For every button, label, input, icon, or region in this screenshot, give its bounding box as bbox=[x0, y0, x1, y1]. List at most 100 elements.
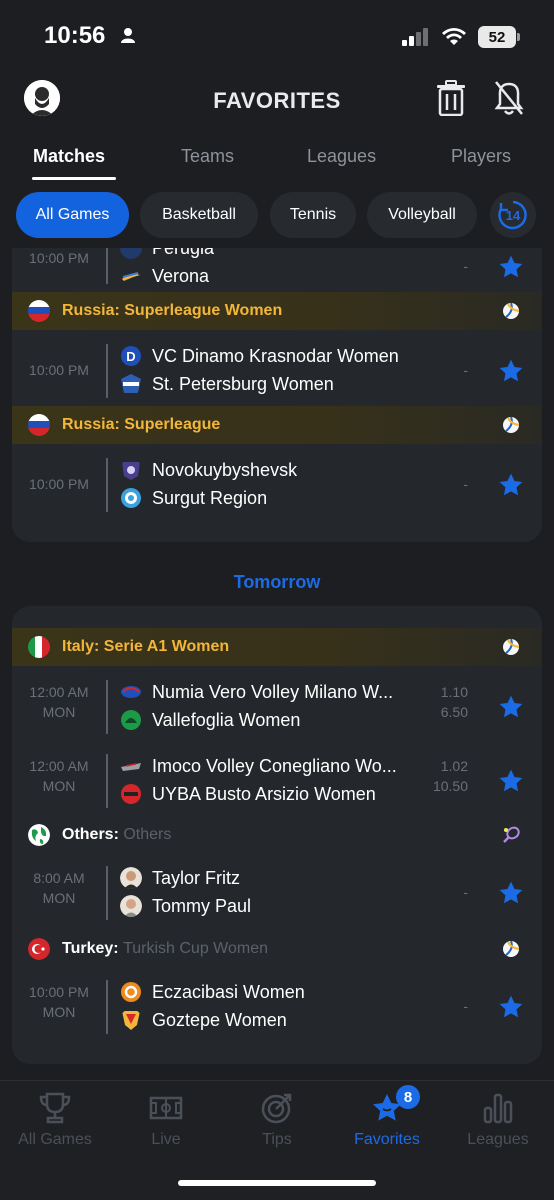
nav-all-games[interactable]: All Games bbox=[0, 1091, 110, 1149]
match-row[interactable]: 8:00 AM MON Taylor Fritz Tommy Paul - bbox=[12, 854, 542, 930]
tab-players[interactable]: Players bbox=[451, 146, 511, 167]
bell-off-icon[interactable] bbox=[494, 80, 524, 116]
team-logo bbox=[121, 374, 141, 393]
league-name: Russia: Superleague bbox=[62, 416, 221, 433]
team-name: Novokuybyshevsk bbox=[152, 459, 298, 480]
player-avatar bbox=[120, 895, 142, 917]
team-name: Numia Vero Volley Milano W... bbox=[152, 681, 394, 702]
nav-favorites[interactable]: 8 Favorites bbox=[332, 1085, 442, 1149]
team-row: D VC Dinamo Krasnodar Women bbox=[120, 342, 399, 370]
chip-all-games[interactable]: All Games bbox=[16, 192, 129, 238]
match-row[interactable]: 10:00 PM MON Eczacibasi Women Goztepe Wom… bbox=[12, 968, 542, 1044]
team-logo bbox=[120, 248, 142, 259]
league-header[interactable]: Russia: Superleague Women bbox=[12, 292, 542, 330]
team-name: Eczacibasi Women bbox=[152, 981, 305, 1002]
team-logo bbox=[121, 710, 141, 730]
team-row: Surgut Region bbox=[120, 484, 267, 512]
league-header[interactable]: Others: Others bbox=[12, 816, 542, 854]
tips-icon bbox=[261, 1093, 292, 1124]
team-row: Novokuybyshevsk bbox=[120, 456, 297, 484]
match-row[interactable]: 10:00 PM Perugia Verona - bbox=[12, 248, 542, 294]
nav-label: All Games bbox=[18, 1131, 92, 1148]
active-tab-indicator bbox=[32, 177, 116, 180]
team-row: Tommy Paul bbox=[120, 892, 251, 920]
chip-basketball[interactable]: Basketball bbox=[140, 192, 258, 238]
team-name: Perugia bbox=[152, 248, 214, 259]
league-name: Italy: Serie A1 Women bbox=[62, 638, 230, 655]
match-time: 8:00 AM MON bbox=[33, 870, 85, 906]
tab-matches[interactable]: Matches bbox=[33, 146, 105, 167]
team-name: Goztepe Women bbox=[152, 1009, 287, 1030]
trophy-icon bbox=[39, 1092, 71, 1124]
team-logo bbox=[121, 763, 141, 771]
favorites-count-badge: 8 bbox=[396, 1085, 420, 1109]
home-indicator bbox=[178, 1180, 376, 1186]
russia-flag-icon bbox=[28, 414, 50, 436]
nav-leagues[interactable]: Leagues bbox=[443, 1091, 553, 1149]
favorite-star-icon[interactable] bbox=[498, 358, 524, 384]
match-divider bbox=[106, 866, 108, 920]
matches-list[interactable]: 10:00 PM Perugia Verona - Russia: Superl… bbox=[0, 248, 554, 1080]
signal-icon bbox=[402, 28, 428, 46]
league-header[interactable]: Italy: Serie A1 Women bbox=[12, 628, 542, 666]
globe-icon bbox=[28, 824, 50, 846]
league-header[interactable]: Turkey: Turkish Cup Women bbox=[12, 930, 542, 968]
team-name: St. Petersburg Women bbox=[152, 373, 334, 394]
team-name: Vallefoglia Women bbox=[152, 709, 301, 730]
team-logo: D bbox=[121, 346, 141, 366]
trash-icon[interactable] bbox=[436, 80, 466, 116]
tab-leagues[interactable]: Leagues bbox=[307, 146, 376, 167]
nav-tips[interactable]: Tips bbox=[222, 1091, 332, 1149]
nav-live[interactable]: Live bbox=[111, 1091, 221, 1149]
tab-teams[interactable]: Teams bbox=[181, 146, 234, 167]
favorite-star-icon[interactable] bbox=[498, 694, 524, 720]
chip-volleyball[interactable]: Volleyball bbox=[367, 192, 477, 238]
team-row: St. Petersburg Women bbox=[120, 370, 334, 398]
team-name: VC Dinamo Krasnodar Women bbox=[152, 345, 399, 366]
match-row[interactable]: 12:00 AM MON Numia Vero Volley Milano W..… bbox=[12, 668, 542, 744]
tomorrow-card: Italy: Serie A1 Women 12:00 AM MON Numia … bbox=[12, 606, 542, 1064]
team-name: Imoco Volley Conegliano Wo... bbox=[152, 755, 397, 776]
favorite-star-icon[interactable] bbox=[498, 254, 524, 280]
team-logo bbox=[121, 784, 141, 804]
favorite-star-icon[interactable] bbox=[498, 994, 524, 1020]
turkey-flag-icon bbox=[28, 938, 50, 960]
calendar-button[interactable]: 14 bbox=[490, 192, 536, 238]
person-icon bbox=[121, 28, 135, 43]
match-time: 10:00 PM bbox=[29, 476, 89, 492]
league-header[interactable]: Russia: Superleague bbox=[12, 406, 542, 444]
match-row[interactable]: 12:00 AM MON Imoco Volley Conegliano Wo..… bbox=[12, 742, 542, 818]
player-avatar bbox=[120, 867, 142, 889]
team-row: Eczacibasi Women bbox=[120, 978, 305, 1006]
match-odds: 1.10 6.50 bbox=[440, 684, 468, 720]
nav-label: Live bbox=[151, 1131, 181, 1148]
match-divider bbox=[106, 344, 108, 398]
league-name: Russia: Superleague Women bbox=[62, 302, 283, 319]
team-name: UYBA Busto Arsizio Women bbox=[152, 783, 376, 804]
team-row: Taylor Fritz bbox=[120, 864, 240, 892]
italy-flag-icon bbox=[28, 636, 50, 658]
favorite-star-icon[interactable] bbox=[498, 880, 524, 906]
chip-tennis[interactable]: Tennis bbox=[270, 192, 356, 238]
team-row: Imoco Volley Conegliano Wo... bbox=[120, 752, 397, 780]
match-row[interactable]: 10:00 PM Novokuybyshevsk Surgut Region - bbox=[12, 446, 542, 522]
field-icon bbox=[149, 1096, 183, 1120]
svg-text:D: D bbox=[126, 349, 135, 364]
favorite-star-icon[interactable] bbox=[498, 472, 524, 498]
team-row: Goztepe Women bbox=[120, 1006, 287, 1034]
day-header: Tomorrow bbox=[233, 572, 321, 592]
tab-bar: Matches Teams Leagues Players bbox=[0, 140, 554, 184]
app-header: FAVORITES bbox=[0, 72, 554, 128]
nav-label: Favorites bbox=[354, 1131, 420, 1148]
today-card: 10:00 PM Perugia Verona - Russia: Superl… bbox=[12, 248, 542, 542]
match-time: 12:00 AM MON bbox=[29, 684, 89, 720]
team-row: Numia Vero Volley Milano W... bbox=[120, 678, 393, 706]
match-row[interactable]: 10:00 PM D VC Dinamo Krasnodar Women St.… bbox=[12, 332, 542, 408]
team-row: Perugia bbox=[120, 248, 214, 262]
match-time: 10:00 PM bbox=[29, 362, 89, 378]
player-name: Tommy Paul bbox=[152, 895, 252, 916]
favorite-star-icon[interactable] bbox=[498, 768, 524, 794]
team-logo bbox=[122, 272, 140, 281]
team-logo bbox=[122, 1011, 140, 1030]
match-time: 10:00 PM MON bbox=[29, 984, 89, 1020]
